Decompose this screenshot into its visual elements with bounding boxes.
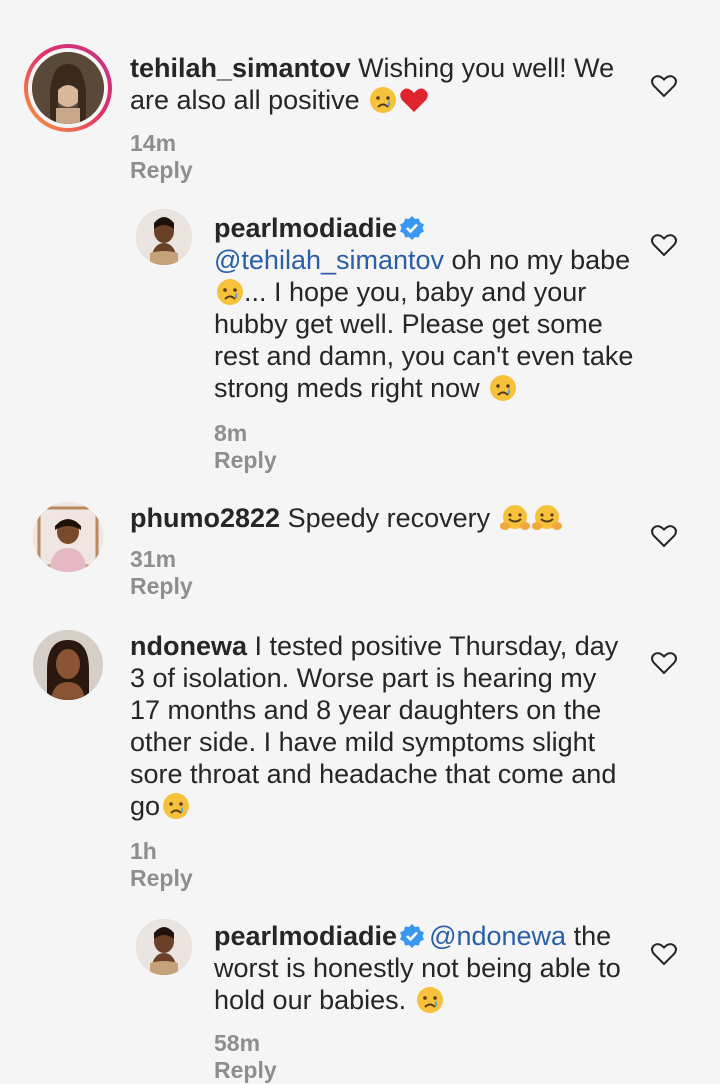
reply-button[interactable]: Reply (130, 573, 193, 599)
timestamp: 31m (130, 546, 177, 572)
avatar[interactable] (32, 52, 104, 124)
reply-button[interactable]: Reply (214, 447, 277, 473)
comment-text: pearlmodiadie@tehilah_simantov oh no my … (214, 212, 634, 404)
crying-face-emoji (163, 793, 190, 819)
heart-outline-icon[interactable] (651, 74, 677, 98)
heart-outline-icon[interactable] (651, 942, 677, 966)
avatar[interactable] (33, 630, 103, 700)
mention-link[interactable]: @tehilah_simantov (214, 245, 444, 275)
avatar[interactable] (136, 209, 192, 265)
comment-body: Speedy recovery (287, 503, 491, 533)
username[interactable]: ndonewa (130, 631, 247, 661)
comment-text: tehilah_simantov Wishing you well! We ar… (130, 52, 630, 116)
timestamp: 14m (130, 130, 177, 156)
heart-outline-icon[interactable] (651, 233, 677, 257)
crying-face-emoji (416, 987, 443, 1013)
crying-face-emoji (490, 375, 517, 401)
heart-outline-icon[interactable] (651, 524, 677, 548)
reply-button[interactable]: Reply (130, 865, 193, 891)
comment-text: ndonewa I tested positive Thursday, day … (130, 630, 630, 822)
timestamp: 8m (214, 420, 248, 446)
username[interactable]: phumo2822 (130, 503, 280, 533)
avatar[interactable] (136, 919, 192, 975)
reply-button[interactable]: Reply (130, 157, 193, 183)
username[interactable]: tehilah_simantov (130, 53, 351, 83)
username[interactable]: pearlmodiadie (214, 213, 397, 243)
hugging-face-emoji (531, 505, 562, 530)
comment-body: oh no my babe (451, 245, 631, 275)
red-heart-emoji (400, 88, 428, 112)
comment-meta: 14m Reply (130, 130, 231, 184)
hugging-face-emoji (499, 505, 530, 530)
verified-badge-icon (400, 924, 425, 948)
timestamp: 58m (214, 1030, 261, 1056)
comment-text: phumo2822 Speedy recovery (130, 502, 630, 534)
comment-body-continued: ... I hope you, baby and your hubby get … (214, 277, 634, 403)
heart-outline-icon[interactable] (651, 651, 677, 675)
timestamp: 1h (130, 838, 157, 864)
comment-text: pearlmodiadie @ndonewa the worst is hones… (214, 920, 634, 1016)
reply-button[interactable]: Reply (214, 1057, 277, 1083)
username[interactable]: pearlmodiadie (214, 921, 397, 951)
crying-face-emoji (370, 87, 397, 113)
verified-badge-icon (400, 216, 425, 240)
avatar[interactable] (33, 502, 103, 572)
crying-face-emoji (217, 279, 243, 305)
comment-meta: 58m Reply (214, 1030, 315, 1084)
comment-meta: 8m Reply (214, 420, 315, 474)
mention-link[interactable]: @ndonewa (429, 921, 566, 951)
comment-meta: 31m Reply (130, 546, 231, 600)
comment-meta: 1h Reply (130, 838, 231, 892)
